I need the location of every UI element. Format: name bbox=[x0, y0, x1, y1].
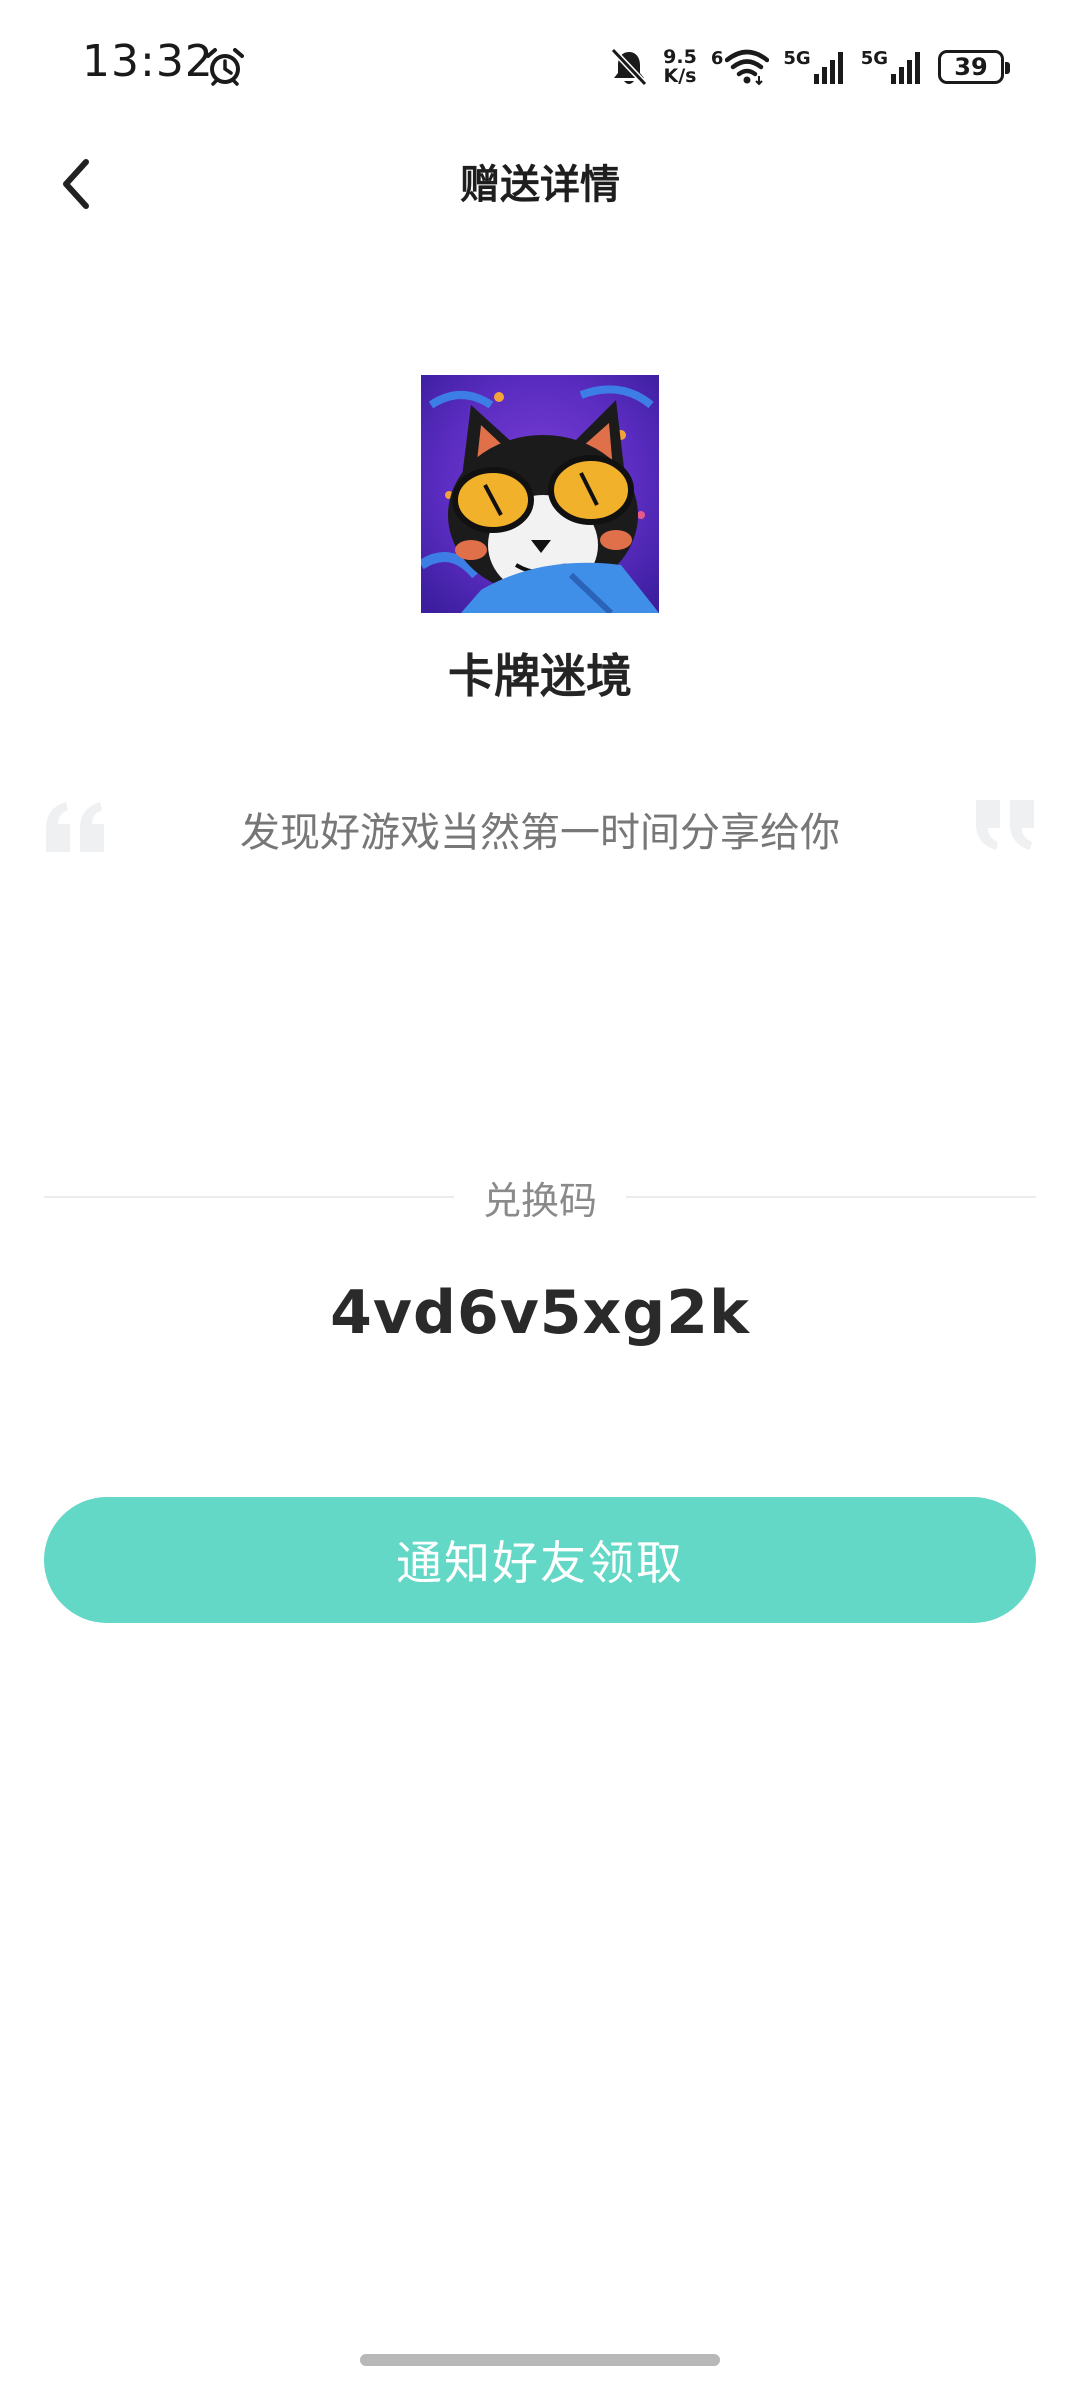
game-icon bbox=[421, 375, 659, 613]
battery-level: 39 bbox=[954, 53, 988, 81]
status-bar: 13:32 9.5 K/s 6 5G 5G 39 bbox=[0, 0, 1080, 140]
cat-artwork-icon bbox=[421, 375, 659, 613]
net-speed-unit: K/s bbox=[663, 65, 697, 87]
notify-friend-button[interactable]: 通知好友领取 bbox=[44, 1497, 1036, 1623]
redeem-code-value[interactable]: 4vd6v5xg2k bbox=[0, 1278, 1080, 1348]
signal-icon bbox=[813, 52, 843, 84]
sim2-signal: 5G bbox=[861, 48, 924, 86]
game-name: 卡牌迷境 bbox=[448, 649, 632, 703]
close-quote-icon bbox=[976, 800, 1034, 850]
sim2-label: 5G bbox=[860, 48, 888, 69]
share-quote: 发现好游戏当然第一时间分享给你 bbox=[240, 810, 840, 856]
wifi-icon bbox=[725, 49, 770, 86]
page-title: 赠送详情 bbox=[460, 162, 620, 208]
status-indicators: 9.5 K/s 6 5G 5G 39 bbox=[609, 40, 1010, 94]
sim1-signal: 5G bbox=[783, 48, 846, 86]
mute-bell-icon bbox=[610, 47, 648, 87]
home-indicator[interactable] bbox=[360, 2354, 720, 2366]
alarm-icon bbox=[206, 48, 244, 86]
wifi-indicator: 6 bbox=[711, 48, 770, 86]
sim1-label: 5G bbox=[783, 48, 811, 69]
wifi-label: 6 bbox=[710, 48, 724, 69]
divider-right bbox=[626, 1196, 1036, 1198]
status-time: 13:32 bbox=[82, 36, 214, 87]
net-speed: 9.5 K/s bbox=[663, 48, 697, 86]
battery-icon: 39 bbox=[938, 50, 1010, 84]
signal-icon bbox=[891, 52, 920, 84]
